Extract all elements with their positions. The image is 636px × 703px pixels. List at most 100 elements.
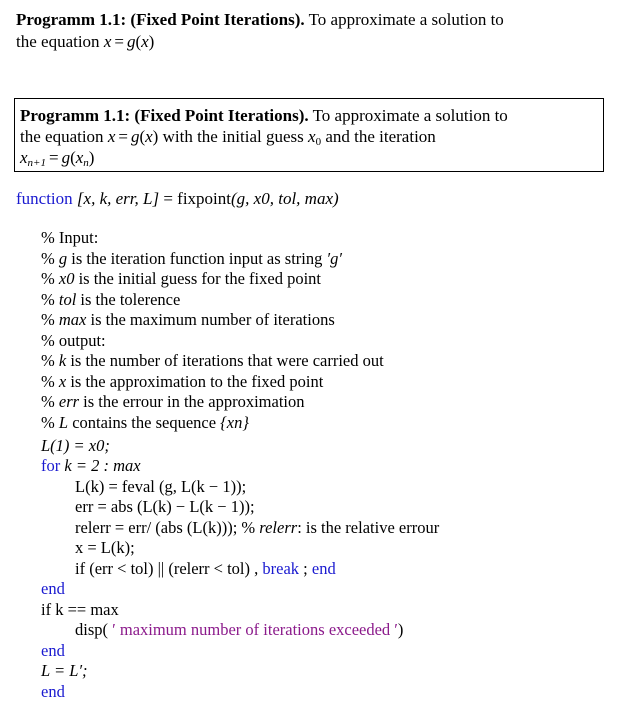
comment-var: x0 bbox=[58, 269, 75, 288]
comment-line: % k is the number of iterations that wer… bbox=[41, 351, 384, 371]
math-fn: g bbox=[130, 127, 140, 146]
comment-marker: % bbox=[241, 518, 256, 537]
comment-line: % max is the maximum number of iteration… bbox=[41, 310, 335, 330]
comment-line: % x0 is the initial guess for the fixed … bbox=[41, 269, 321, 289]
comment-text: is the iteration function input as strin… bbox=[67, 249, 327, 268]
comment-marker: % bbox=[41, 249, 55, 268]
comment-text: output: bbox=[54, 331, 106, 350]
keyword-end: end bbox=[41, 579, 65, 598]
comment-marker: % bbox=[41, 228, 55, 247]
function-name: fixpoint bbox=[177, 189, 232, 208]
math-op: = bbox=[118, 127, 128, 146]
code-text: ; bbox=[303, 559, 308, 578]
comment-line: % L contains the sequence {xn} bbox=[41, 413, 249, 433]
code-body-line5: if (err < tol) || (relerr < tol) , break… bbox=[75, 559, 336, 579]
comment-text: is the tolerence bbox=[76, 290, 181, 309]
comment-marker: % bbox=[41, 372, 55, 391]
comment-var: g bbox=[58, 249, 68, 268]
code-disp-line: disp( ′ maximum number of iterations exc… bbox=[75, 620, 403, 640]
code-text: L = L′; bbox=[41, 661, 88, 680]
comment-line: % err is the errour in the approximation bbox=[41, 392, 305, 412]
code-init-line: L(1) = x0; bbox=[41, 436, 110, 456]
comment-text: Input: bbox=[54, 228, 99, 247]
keyword-function: function bbox=[16, 189, 73, 208]
function-args: (g, x0, tol, max) bbox=[231, 189, 339, 208]
code-end-for: end bbox=[41, 579, 65, 599]
code-body-line4: x = L(k); bbox=[75, 538, 135, 558]
code-text: disp( bbox=[75, 620, 108, 639]
math-op: = bbox=[48, 148, 59, 167]
comment-tail: ′g′ bbox=[326, 249, 342, 268]
keyword-end: end bbox=[41, 682, 65, 701]
for-range: k = 2 : max bbox=[64, 456, 141, 475]
keyword-end: end bbox=[311, 559, 336, 578]
boxed-program-text: To approximate a solution to bbox=[312, 106, 508, 125]
math-fn: g bbox=[126, 32, 136, 51]
math-var: x bbox=[308, 127, 316, 146]
plain-program-line1: Programm 1.1: (Fixed Point Iterations). … bbox=[16, 10, 504, 30]
comment-marker: % bbox=[41, 351, 55, 370]
boxed-program-heading: Programm 1.1: (Fixed Point Iterations). bbox=[20, 106, 309, 125]
comment-var: err bbox=[58, 392, 80, 411]
comment-tail: {xn} bbox=[220, 413, 249, 432]
comment-marker: % bbox=[41, 269, 55, 288]
code-text: x = L(k); bbox=[75, 538, 135, 557]
comment-marker: % bbox=[41, 392, 55, 411]
math-var: x bbox=[145, 127, 153, 146]
code-body-line3: relerr = err/ (abs (L(k))); % relerr: is… bbox=[75, 518, 439, 538]
code-end-if: end bbox=[41, 641, 65, 661]
math-fn: g bbox=[61, 148, 71, 167]
plain-program-text: To approximate a solution to bbox=[308, 10, 504, 29]
boxed-text-suffix: and the iteration bbox=[321, 127, 436, 146]
code-end-function: end bbox=[41, 682, 65, 702]
comment-text: : is the relative errour bbox=[297, 518, 440, 537]
math-var: x bbox=[20, 148, 28, 167]
comment-line: % g is the iteration function input as s… bbox=[41, 249, 342, 269]
code-body-line2: err = abs (L(k) − L(k − 1)); bbox=[75, 497, 255, 517]
comment-text: is the number of iterations that were ca… bbox=[66, 351, 384, 370]
plain-program-line2: the equation x = g(x) bbox=[16, 32, 155, 51]
math-op: = bbox=[114, 32, 124, 51]
boxed-program-line3: xn+1 = g(xn) bbox=[20, 148, 95, 169]
comment-text: is the maximum number of iterations bbox=[86, 310, 335, 329]
comment-text: is the errour in the approximation bbox=[79, 392, 305, 411]
comment-line: % x is the approximation to the fixed po… bbox=[41, 372, 323, 392]
function-outputs: [x, k, err, L] bbox=[76, 189, 160, 208]
math-op: = bbox=[163, 189, 173, 208]
comment-marker: % bbox=[41, 331, 55, 350]
plain-program-heading: Programm 1.1: (Fixed Point Iterations). bbox=[16, 10, 305, 29]
comment-text: contains the sequence bbox=[68, 413, 221, 432]
boxed-text-prefix: the equation bbox=[20, 127, 108, 146]
code-text: L(k) = feval (g, L(k − 1)); bbox=[75, 477, 247, 496]
code-if-line: if k == max bbox=[41, 600, 119, 620]
function-signature: function [x, k, err, L] = fixpoint(g, x0… bbox=[16, 189, 339, 209]
code-body-line1: L(k) = feval (g, L(k − 1)); bbox=[75, 477, 246, 497]
code-text: if k == max bbox=[41, 600, 119, 619]
code-text: err = abs (L(k) − L(k − 1)); bbox=[75, 497, 255, 516]
comment-text: is the approximation to the fixed point bbox=[66, 372, 324, 391]
code-for-line: for k = 2 : max bbox=[41, 456, 141, 476]
code-text: if (err < tol) || (relerr < tol) , bbox=[75, 559, 259, 578]
comment-line: % output: bbox=[41, 331, 106, 351]
keyword-for: for bbox=[41, 456, 61, 475]
comment-marker: % bbox=[41, 310, 55, 329]
boxed-text-mid: with the initial guess bbox=[158, 127, 309, 146]
comment-line: % tol is the tolerence bbox=[41, 290, 180, 310]
code-text: L(1) = x0; bbox=[41, 436, 110, 455]
math-subscript: n+1 bbox=[27, 157, 46, 169]
string-literal: ′ maximum number of iterations exceeded … bbox=[108, 620, 398, 639]
keyword-break: break bbox=[262, 559, 300, 578]
comment-var: L bbox=[58, 413, 69, 432]
math-subscript: n bbox=[83, 157, 89, 169]
code-text: relerr = err/ (abs (L(k))); bbox=[75, 518, 238, 537]
comment-marker: % bbox=[41, 413, 55, 432]
comment-marker: % bbox=[41, 290, 55, 309]
comment-var: tol bbox=[58, 290, 77, 309]
comment-line: % Input: bbox=[41, 228, 98, 248]
comment-text: is the initial guess for the fixed point bbox=[74, 269, 321, 288]
plain-program-text-prefix: the equation bbox=[16, 32, 104, 51]
math-var: x bbox=[141, 32, 149, 51]
keyword-end: end bbox=[41, 641, 65, 660]
code-transpose-line: L = L′; bbox=[41, 661, 88, 681]
code-text: ) bbox=[397, 620, 404, 639]
